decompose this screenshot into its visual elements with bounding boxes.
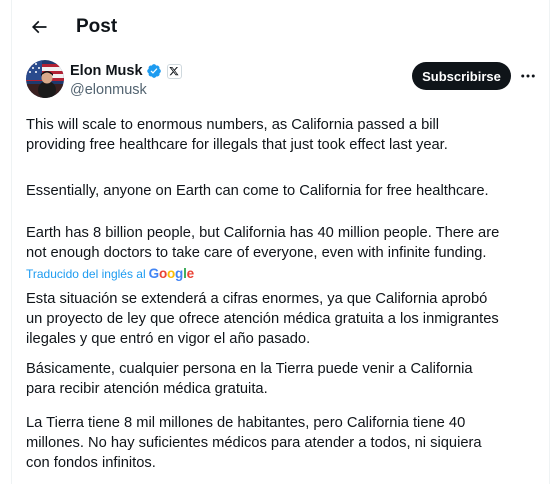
tweet-paragraph: Essentially, anyone on Earth can come to… — [26, 183, 489, 199]
author-name-row: Elon Musk — [70, 62, 182, 80]
x-logo-icon[interactable] — [166, 63, 182, 79]
avatar-image — [26, 60, 64, 98]
translation-paragraph: Esta situación se extenderá a cifras eno… — [26, 291, 499, 347]
translated-label: Traducido del inglés al — [26, 267, 146, 281]
more-options-button[interactable] — [516, 64, 540, 88]
post-header: Post — [12, 0, 549, 54]
translation-paragraph: La Tierra tiene 8 mil millones de habita… — [26, 415, 482, 471]
subscribe-button[interactable]: Subscribirse — [412, 62, 511, 90]
more-horizontal-icon — [521, 74, 535, 78]
translated-by-google-link[interactable]: Traducido del inglés al Google — [26, 266, 194, 282]
tweet-paragraph: Earth has 8 billion people, but Californ… — [26, 225, 500, 261]
arrow-left-icon — [31, 20, 47, 34]
author-handle[interactable]: @elonmusk — [70, 81, 182, 99]
page-title: Post — [76, 16, 118, 37]
back-button[interactable] — [24, 12, 54, 42]
verified-badge-icon[interactable] — [146, 63, 162, 79]
avatar[interactable] — [26, 60, 64, 98]
column-border-right — [549, 0, 550, 484]
column-border-left — [11, 0, 12, 484]
translation-paragraph: Básicamente, cualquier persona en la Tie… — [26, 361, 473, 397]
author-name[interactable]: Elon Musk — [70, 62, 143, 80]
tweet-paragraph: This will scale to enormous numbers, as … — [26, 117, 448, 153]
google-logo: Google — [148, 266, 195, 281]
author-block: Elon Musk @elonmusk — [70, 62, 182, 99]
